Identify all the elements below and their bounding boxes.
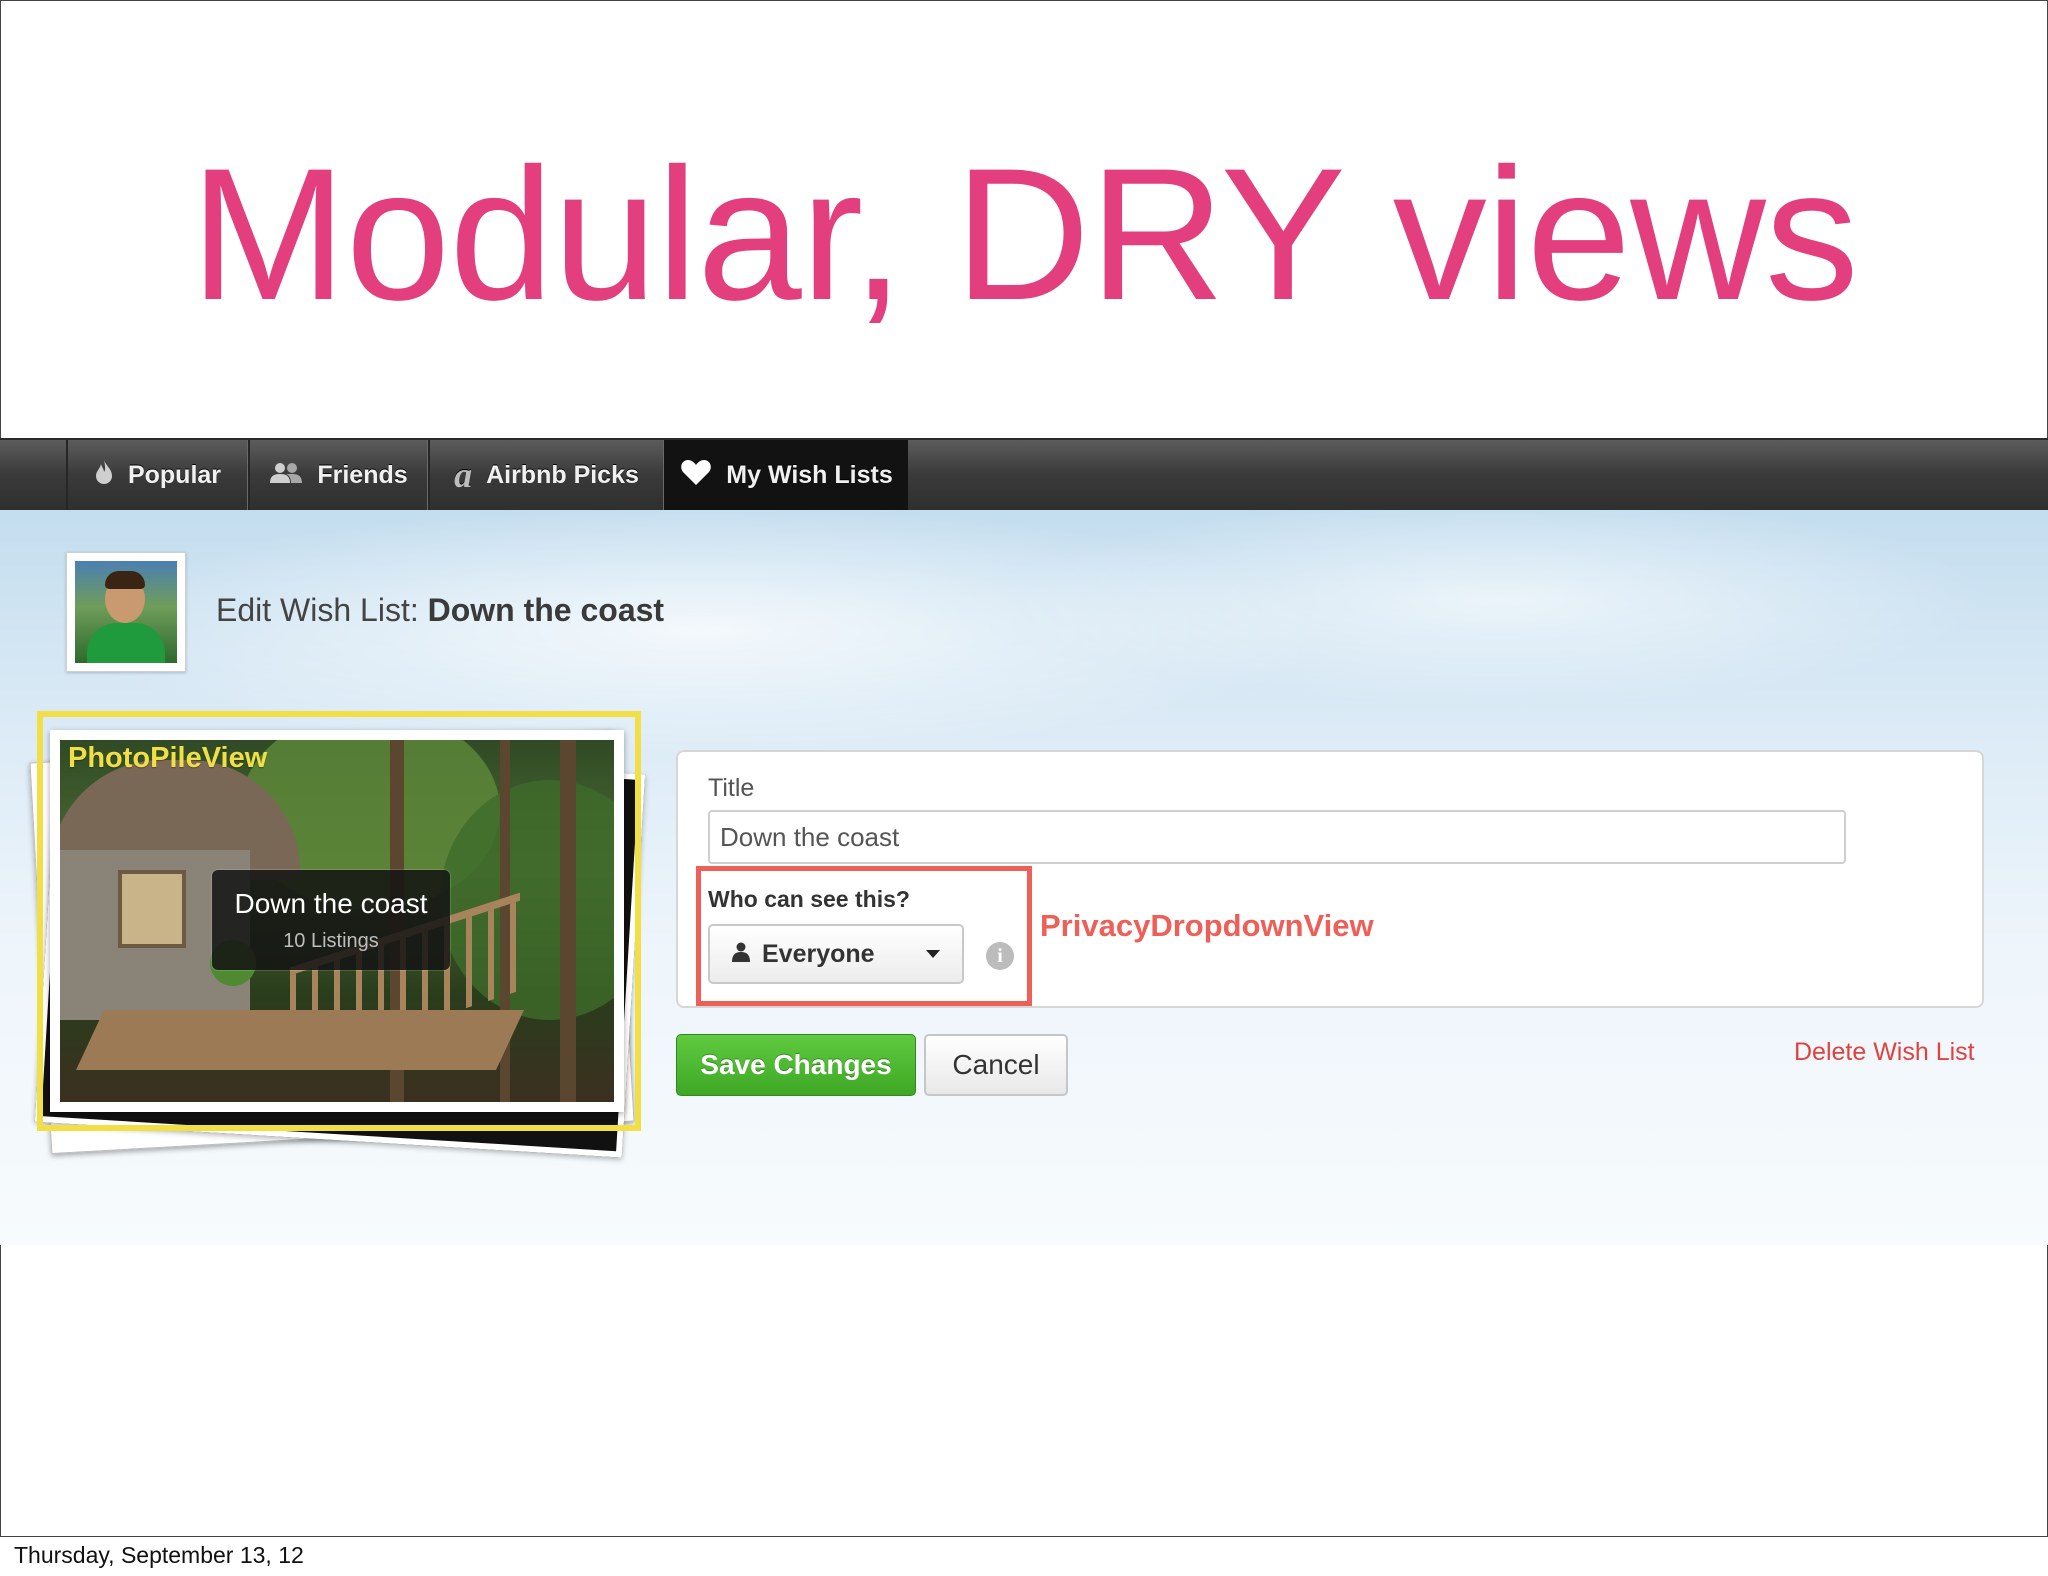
- tab-my-wish-lists[interactable]: My Wish Lists: [664, 440, 908, 510]
- avatar[interactable]: [66, 552, 186, 672]
- tab-label: Friends: [317, 460, 408, 489]
- privacy-dropdown-value: Everyone: [762, 939, 875, 968]
- info-icon[interactable]: i: [986, 942, 1014, 970]
- privacy-dropdown[interactable]: Everyone: [708, 924, 964, 984]
- photo-pile-front-card[interactable]: Down the coast 10 Listings: [50, 730, 624, 1112]
- title-input[interactable]: [708, 810, 1846, 864]
- tab-friends[interactable]: Friends: [248, 440, 428, 510]
- privacy-label: Who can see this?: [708, 886, 910, 912]
- slide-title: Modular, DRY views: [190, 129, 1859, 339]
- airbnb-a-icon: a: [454, 455, 473, 495]
- photo-pile-tooltip: Down the coast 10 Listings: [212, 870, 450, 970]
- privacy-dropdown-view-annotation: PrivacyDropdownView: [1040, 908, 1374, 943]
- person-icon: [732, 940, 750, 969]
- tab-label: Airbnb Picks: [486, 460, 639, 489]
- page-title-prefix: Edit Wish List:: [216, 592, 419, 628]
- tab-airbnb-picks[interactable]: a Airbnb Picks: [428, 440, 664, 510]
- cancel-button[interactable]: Cancel: [924, 1034, 1068, 1096]
- page-title: Edit Wish List: Down the coast: [216, 592, 664, 629]
- people-icon: [269, 460, 303, 491]
- tab-popular[interactable]: Popular: [66, 440, 248, 510]
- chevron-down-icon: [926, 950, 940, 958]
- tab-label: Popular: [127, 460, 222, 489]
- wish-list-form: Title Who can see this? Everyone i: [676, 750, 1984, 1008]
- slide-footer-date: Thursday, September 13, 12: [14, 1542, 304, 1568]
- tab-label: My Wish Lists: [726, 460, 893, 489]
- title-label: Title: [708, 774, 755, 802]
- heart-icon: [680, 458, 712, 493]
- avatar-photo: [75, 561, 177, 663]
- save-changes-button[interactable]: Save Changes: [676, 1034, 916, 1096]
- delete-wish-list-link[interactable]: Delete Wish List: [1794, 1038, 1975, 1067]
- tooltip-title: Down the coast: [234, 888, 428, 919]
- top-nav-bar: Popular Friends a Airbnb Picks My Wish L…: [0, 438, 2048, 512]
- edit-wish-list-page: Edit Wish List: Down the coast Down the …: [0, 510, 2048, 1245]
- flame-icon: [94, 459, 114, 492]
- page-title-list-name: Down the coast: [427, 592, 665, 628]
- photo-pile-view-annotation: PhotoPileView: [68, 742, 268, 774]
- tooltip-listing-count: 10 Listings: [283, 930, 379, 952]
